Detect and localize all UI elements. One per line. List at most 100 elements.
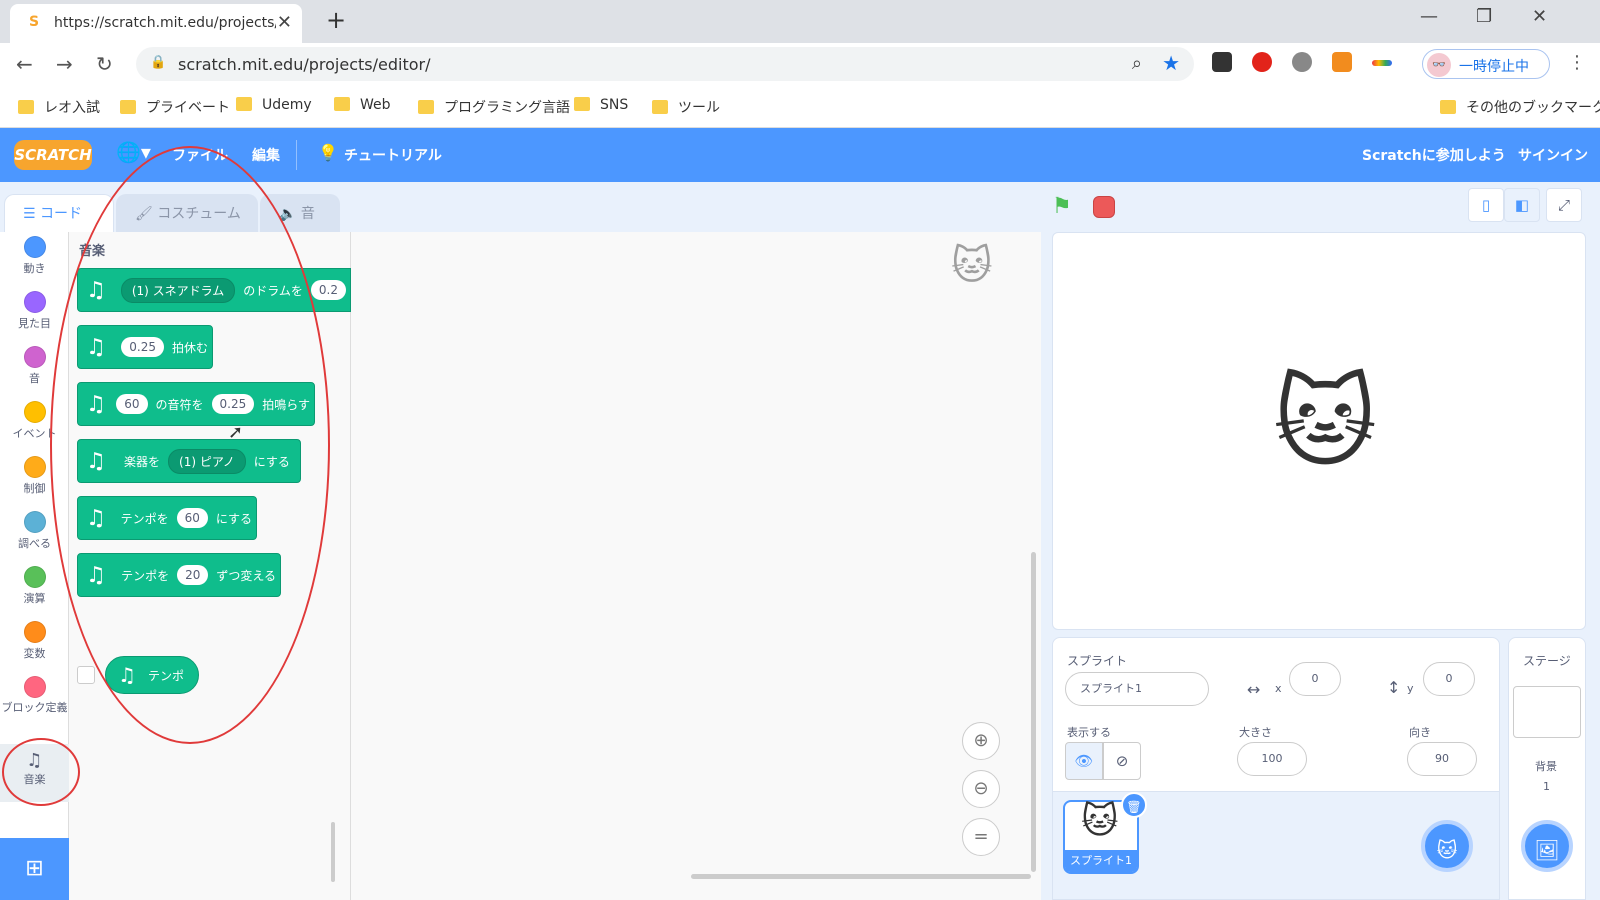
tab-close-icon[interactable]: ✕ xyxy=(277,12,292,33)
category-dot xyxy=(23,621,46,643)
reload-icon[interactable]: ↻ xyxy=(96,52,113,76)
scratch-favicon-icon: S xyxy=(28,14,40,30)
stage-selector-panel[interactable]: ステージ 背景 1 🖼 xyxy=(1508,637,1586,900)
window-close-icon[interactable]: ✕ xyxy=(1532,6,1547,27)
script-workspace[interactable]: 🐱 ⊕ ⊖ = xyxy=(351,232,1041,900)
x-label: x xyxy=(1275,682,1282,695)
sprite-cat-icon: 🐱 xyxy=(951,243,993,289)
new-tab-icon[interactable]: + xyxy=(326,6,346,34)
tempo-monitor-checkbox[interactable] xyxy=(77,666,95,684)
show-label: 表示する xyxy=(1067,726,1111,739)
tab-title: https://scratch.mit.edu/projects/e xyxy=(54,15,276,31)
fullscreen-icon[interactable]: ⤢ xyxy=(1546,188,1582,222)
zoom-out-icon[interactable]: ⊖ xyxy=(962,770,1000,808)
bookmark-item[interactable]: ツール xyxy=(652,97,720,117)
red-extension-icon[interactable] xyxy=(1252,52,1272,72)
x-field[interactable]: 0 xyxy=(1289,662,1341,696)
add-extension-button[interactable]: ⊞ xyxy=(0,838,69,900)
direction-label: 向き xyxy=(1409,726,1431,739)
beats-input[interactable]: 0.2 xyxy=(310,280,346,300)
bookmark-item[interactable]: Udemy xyxy=(236,97,312,113)
trash-icon[interactable]: 🗑 xyxy=(1121,792,1147,818)
workspace-horizontal-scrollbar[interactable] xyxy=(691,874,1031,879)
skype-extension-icon[interactable] xyxy=(1292,52,1312,72)
direction-field[interactable]: 90 xyxy=(1407,742,1477,776)
profile-label: 一時停止中 xyxy=(1459,59,1529,75)
category-dot xyxy=(23,566,46,588)
join-scratch-link[interactable]: Scratchに参加しよう xyxy=(1362,145,1506,165)
chart-extension-icon[interactable] xyxy=(1332,52,1352,72)
minimize-icon[interactable]: — xyxy=(1420,6,1438,27)
size-field[interactable]: 100 xyxy=(1237,742,1307,776)
back-icon[interactable]: ← xyxy=(16,52,33,76)
folder-icon xyxy=(418,100,434,114)
y-field[interactable]: 0 xyxy=(1423,662,1475,696)
category-dot xyxy=(23,346,46,368)
browser-menu-icon[interactable]: ⋮ xyxy=(1568,52,1586,73)
stage-title: ステージ xyxy=(1523,654,1571,668)
profile-button[interactable]: 👓 一時停止中 xyxy=(1422,49,1550,79)
restore-icon[interactable]: ❐ xyxy=(1476,6,1492,27)
tutorial-menu[interactable]: チュートリアル xyxy=(344,145,442,165)
scratch-editor: ☰ コード 🖌 コスチューム 🔈 音 動き 見た目 音 イベント 制御 調べる … xyxy=(0,146,1600,900)
palette-scrollbar[interactable] xyxy=(331,822,335,882)
sprite-name-field[interactable]: スプライト1 xyxy=(1065,672,1209,706)
small-stage-icon[interactable]: ▯ xyxy=(1468,188,1504,222)
workspace-vertical-scrollbar[interactable] xyxy=(1031,552,1036,872)
category-variables[interactable]: 変数 xyxy=(0,621,69,661)
bookmark-item[interactable]: レオ入試 xyxy=(18,97,100,117)
bookmark-item[interactable]: Web xyxy=(334,97,391,113)
zoom-icon[interactable]: ⌕ xyxy=(1132,53,1142,74)
add-backdrop-icon[interactable]: 🖼 xyxy=(1521,820,1573,872)
add-sprite-icon[interactable]: 🐱 xyxy=(1421,820,1473,872)
scratch-logo[interactable]: SCRATCH xyxy=(14,140,92,170)
bookmarks-bar: レオ入試 プライベート Udemy Web プログラミング言語 SNS ツール … xyxy=(0,85,1600,128)
bookmark-item[interactable]: プライベート xyxy=(120,97,230,117)
sprite-info-panel: スプライト スプライト1 ↔ x 0 ↕ y 0 表示する 👁 ⊘ 大きさ 10… xyxy=(1052,637,1500,792)
folder-icon xyxy=(1440,100,1456,114)
mouse-cursor-icon: ➚ xyxy=(228,422,244,443)
category-operators[interactable]: 演算 xyxy=(0,566,69,606)
category-dot xyxy=(23,236,46,258)
category-motion[interactable]: 動き xyxy=(0,236,69,276)
folder-icon xyxy=(334,97,350,111)
zoom-in-icon[interactable]: ⊕ xyxy=(962,722,1000,760)
signin-link[interactable]: サインイン xyxy=(1518,145,1588,165)
forward-icon[interactable]: → xyxy=(56,52,73,76)
category-my-blocks[interactable]: ブロック定義 xyxy=(0,676,69,717)
sprite-label: スプライト xyxy=(1067,654,1128,668)
stop-icon[interactable] xyxy=(1093,196,1115,218)
bookmark-item[interactable]: プログラミング言語 xyxy=(418,97,570,117)
category-dot xyxy=(23,511,46,533)
rainbow-extension-icon[interactable] xyxy=(1372,60,1392,66)
stage-canvas[interactable]: 🐱 xyxy=(1052,232,1586,630)
normal-stage-icon[interactable]: ◧ xyxy=(1504,188,1540,222)
horizontal-arrow-icon: ↔ xyxy=(1247,680,1261,699)
bookmark-star-icon[interactable]: ★ xyxy=(1162,51,1180,75)
folder-icon xyxy=(236,97,252,111)
red-annotation-circle xyxy=(2,738,80,806)
y-label: y xyxy=(1407,682,1414,695)
lightbulb-icon[interactable]: 💡 xyxy=(318,143,338,162)
qr-extension-icon[interactable] xyxy=(1212,52,1232,72)
backdrop-count: 1 xyxy=(1543,780,1550,793)
address-bar[interactable]: 🔒 scratch.mit.edu/projects/editor/ ⌕ ★ xyxy=(136,47,1194,81)
bookmark-item[interactable]: SNS xyxy=(574,97,628,113)
folder-icon xyxy=(18,100,34,114)
zoom-reset-icon[interactable]: = xyxy=(962,818,1000,856)
category-looks[interactable]: 見た目 xyxy=(0,291,69,331)
green-flag-icon[interactable]: ⚑ xyxy=(1052,194,1072,219)
folder-icon xyxy=(574,97,590,111)
backdrop-thumbnail[interactable] xyxy=(1513,686,1581,738)
edit-menu[interactable]: 編集 xyxy=(252,145,280,165)
menu-divider xyxy=(296,140,297,170)
category-dot xyxy=(23,401,46,423)
code-icon: ☰ xyxy=(23,206,41,222)
show-eye-icon[interactable]: 👁 xyxy=(1065,742,1103,780)
size-label: 大きさ xyxy=(1239,726,1272,739)
hide-eye-icon[interactable]: ⊘ xyxy=(1103,742,1141,780)
category-dot xyxy=(23,456,46,478)
sprite-list: 🐱 スプライト1 🗑 🐱 xyxy=(1052,792,1500,900)
other-bookmarks[interactable]: その他のブックマーク xyxy=(1440,97,1600,117)
browser-tab[interactable]: S https://scratch.mit.edu/projects/e ✕ xyxy=(10,4,302,43)
